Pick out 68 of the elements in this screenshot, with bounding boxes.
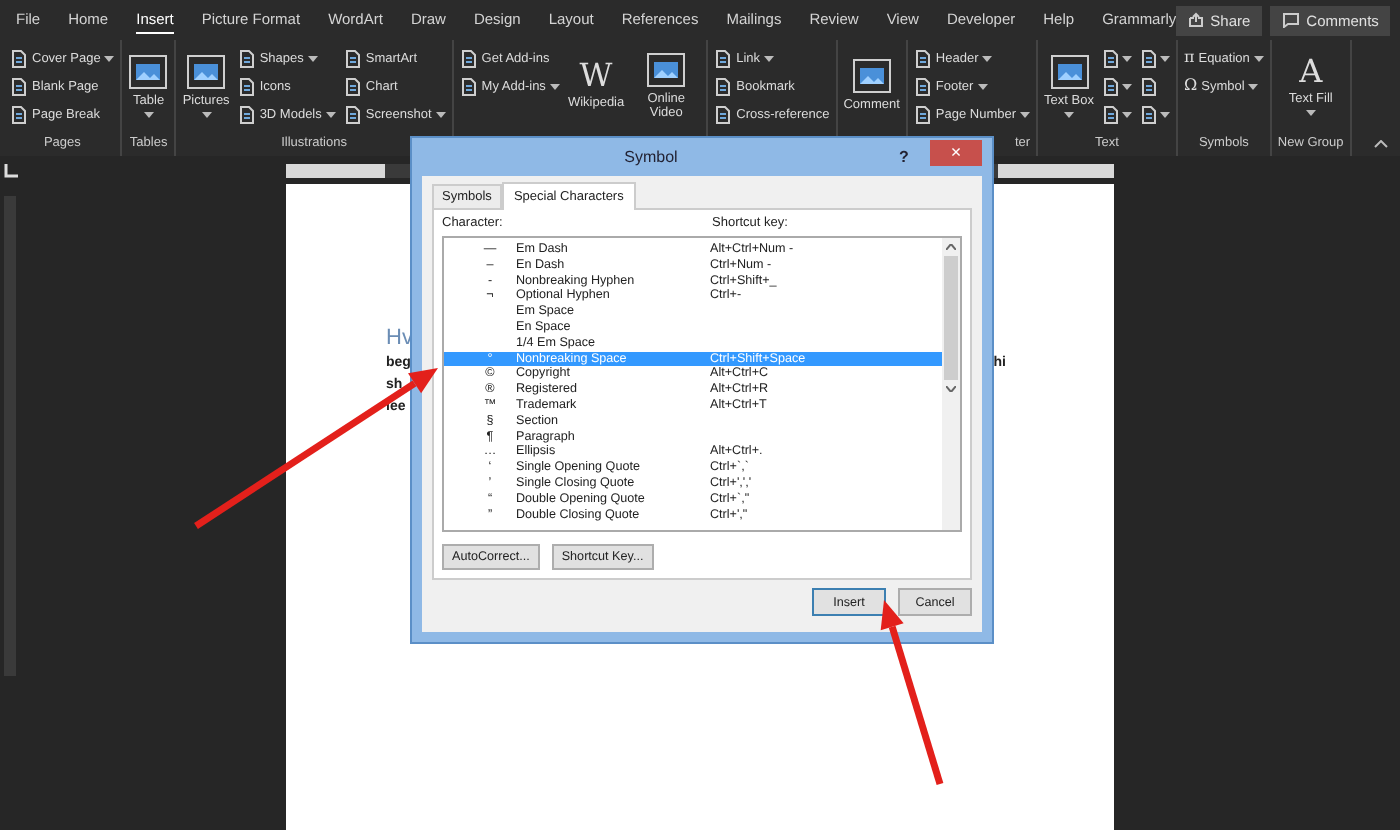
share-icon: [1188, 12, 1205, 28]
page-icon: [913, 77, 932, 95]
caret-icon: [435, 111, 446, 117]
caret-icon: [1159, 55, 1170, 61]
picture-frame-icon: [128, 53, 169, 90]
caret-icon: [1121, 55, 1132, 61]
caret-icon: [201, 112, 212, 119]
page-icon: [237, 105, 256, 123]
collapse-icon: [1374, 140, 1388, 148]
picture-frame-icon: [186, 53, 227, 90]
tab-stop-icon: [4, 163, 18, 177]
page-icon: [343, 49, 362, 67]
comment-icon: [1282, 12, 1301, 28]
page-icon: [1139, 49, 1158, 67]
ribbon-icon-button[interactable]: [1139, 49, 1170, 67]
page-icon: [1101, 105, 1120, 123]
page-icon: [10, 105, 28, 123]
picture-frame-icon: [646, 51, 687, 88]
page-icon: [1139, 77, 1158, 95]
glyph-icon: A: [1299, 55, 1323, 88]
page-icon: [10, 49, 28, 67]
help-button[interactable]: ?: [890, 148, 918, 166]
page-icon: [913, 105, 932, 123]
caret-icon: [1159, 111, 1170, 117]
glyph-icon: W: [579, 60, 613, 93]
page-icon: [714, 105, 733, 123]
glyph-icon: Ω: [1183, 78, 1198, 94]
scrollbar[interactable]: [942, 238, 960, 530]
close-button[interactable]: ×: [930, 139, 982, 165]
caret-icon: [325, 111, 336, 117]
caret-icon: [1121, 83, 1132, 89]
caret-icon: [977, 83, 988, 89]
scroll-down-icon: [946, 386, 956, 392]
scroll-up-icon: [946, 244, 956, 250]
ribbon-icon-button[interactable]: [1101, 49, 1132, 67]
page-icon: [459, 49, 478, 67]
page-icon: [343, 105, 362, 123]
page-icon: [237, 77, 256, 95]
caret-icon: [307, 55, 318, 61]
page-icon: [237, 49, 256, 67]
picture-frame-icon: [1049, 53, 1089, 90]
caret-icon: [982, 55, 993, 61]
page-icon: [10, 77, 28, 95]
page-icon: [1101, 49, 1120, 67]
page-icon: [343, 77, 362, 95]
caret-icon: [549, 83, 560, 89]
caret-icon: [1253, 55, 1264, 61]
caret-icon: [1248, 83, 1259, 89]
dialog-title: Symbol: [622, 148, 680, 166]
picture-frame-icon: [851, 58, 892, 95]
caret-icon: [143, 112, 154, 119]
page-icon: [714, 49, 733, 67]
caret-icon: [1020, 111, 1031, 117]
page-icon: [714, 77, 733, 95]
ribbon-icon-button[interactable]: [1139, 105, 1170, 123]
page-icon: [913, 49, 932, 67]
page-icon: [1101, 77, 1120, 95]
caret-icon: [1064, 112, 1074, 119]
ribbon-icon-button[interactable]: [1101, 105, 1132, 123]
caret-icon: [764, 55, 775, 61]
glyph-icon: π: [1183, 50, 1195, 66]
caret-icon: [104, 55, 115, 61]
scroll-thumb[interactable]: [944, 256, 958, 380]
caret-icon: [1121, 111, 1132, 117]
page-icon: [1139, 105, 1158, 123]
page-icon: [459, 77, 478, 95]
caret-icon: [1305, 110, 1316, 117]
ribbon-icon-button[interactable]: [1101, 77, 1132, 95]
